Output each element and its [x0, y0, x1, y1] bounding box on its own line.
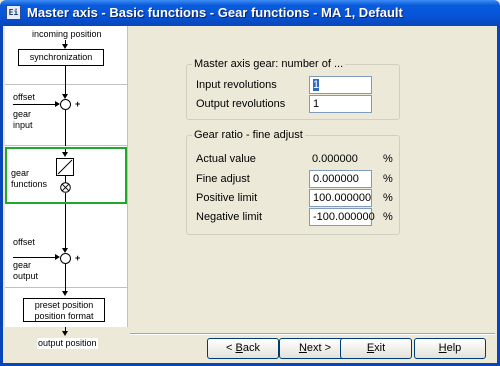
block-gear-input[interactable]: offset + gear input	[5, 85, 127, 146]
back-prefix: <	[226, 342, 236, 354]
offset-label: offset	[13, 92, 35, 102]
negative-limit-label: Negative limit	[196, 211, 263, 223]
input-revolutions-value: 1	[313, 79, 320, 91]
block-synchronization[interactable]: incoming position synchronization	[5, 26, 127, 85]
help-label: elp	[446, 342, 462, 354]
offset-label: offset	[13, 237, 35, 247]
flow-line	[65, 110, 66, 146]
block-gear-functions[interactable]: gear functions	[5, 147, 127, 204]
gear-functions-label-1: gear	[11, 168, 30, 178]
plus-sign: +	[75, 99, 81, 109]
output-revolutions-label: Output revolutions	[196, 98, 286, 110]
flow-line	[65, 193, 66, 202]
fine-adjust-label: Fine adjust	[196, 173, 250, 185]
positive-limit-field[interactable]: 100.000000	[309, 189, 372, 207]
actual-unit: %	[383, 153, 393, 165]
ratio-group-legend: Gear ratio - fine adjust	[194, 129, 303, 141]
preset-position-label: preset position	[34, 300, 94, 310]
plus-sign: +	[75, 253, 81, 263]
actual-value-label: Actual value	[196, 153, 256, 165]
arrow-down-icon	[62, 152, 68, 157]
actual-value: 0.000000	[312, 153, 358, 165]
position-format-label: position format	[34, 311, 94, 321]
exit-label: xit	[374, 342, 386, 354]
positive-limit-unit: %	[383, 192, 393, 204]
app-icon: Ei	[6, 5, 21, 20]
gear-output-label-1: gear	[13, 260, 32, 270]
block-gear-output[interactable]: offset + gear output	[5, 204, 127, 288]
output-revolutions-field[interactable]: 1	[309, 95, 372, 113]
gear-output-label-2: output	[13, 271, 39, 281]
gear-group-legend: Master axis gear: number of ...	[194, 58, 344, 70]
flow-line	[65, 264, 66, 288]
title-bar[interactable]: Ei Master axis - Basic functions - Gear …	[0, 0, 500, 26]
gear-ratio-icon	[56, 158, 74, 176]
input-revolutions-field[interactable]: 1	[309, 76, 372, 94]
summing-junction-icon	[60, 99, 71, 110]
exit-button[interactable]: Exit	[340, 338, 412, 359]
flow-line	[65, 204, 66, 250]
input-revolutions-label: Input revolutions	[196, 79, 277, 91]
back-button[interactable]: < Back	[207, 338, 279, 359]
incoming-position-label: incoming position	[32, 29, 102, 39]
gear-input-label-1: gear	[13, 109, 32, 119]
fine-adjust-field[interactable]: 0.000000	[309, 170, 372, 188]
offset-line	[13, 104, 56, 105]
output-position-label: output position	[37, 338, 98, 349]
offset-line	[13, 257, 56, 258]
flow-line	[65, 66, 66, 85]
window-title: Master axis - Basic functions - Gear fun…	[27, 5, 403, 20]
back-label: ack	[242, 342, 260, 354]
function-diagram: incoming position synchronization offset…	[5, 26, 128, 327]
gear-functions-label-2: functions	[11, 179, 48, 189]
next-hotkey: N	[298, 342, 307, 354]
arrow-down-icon	[62, 291, 68, 296]
button-divider	[130, 333, 495, 335]
next-label: ext >	[306, 342, 332, 354]
preset-position-box: preset position position format	[23, 298, 105, 322]
help-button[interactable]: Help	[414, 338, 486, 359]
fine-adjust-unit: %	[383, 173, 393, 185]
back-hotkey: B	[235, 342, 243, 354]
negative-limit-field[interactable]: -100.000000	[309, 208, 375, 226]
negative-limit-unit: %	[383, 211, 393, 223]
arrow-down-icon	[62, 331, 68, 336]
block-preset-position[interactable]: preset position position format	[5, 288, 127, 327]
positive-limit-label: Positive limit	[196, 192, 258, 204]
help-hotkey: H	[438, 342, 447, 354]
gear-input-label-2: input	[13, 120, 33, 130]
multiplier-icon	[60, 182, 71, 193]
synchronization-box: synchronization	[18, 49, 104, 66]
summing-junction-icon	[60, 253, 71, 264]
